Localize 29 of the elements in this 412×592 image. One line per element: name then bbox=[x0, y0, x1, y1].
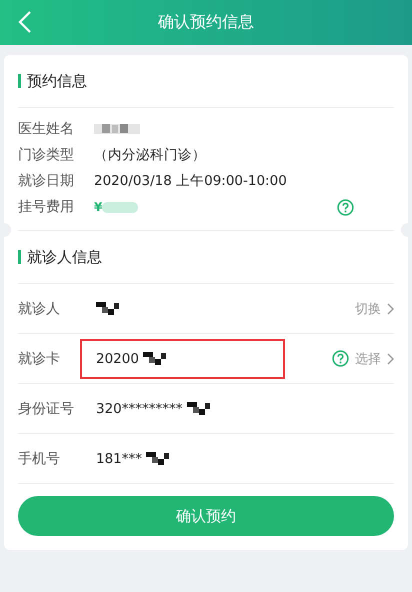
section-heading: 就诊人信息 bbox=[27, 248, 102, 266]
field-label: 就诊卡 bbox=[18, 350, 61, 368]
field-value: 320********* bbox=[96, 400, 183, 416]
chevron-right-icon bbox=[387, 302, 394, 314]
help-icon[interactable] bbox=[332, 350, 349, 367]
field-label: 就诊人 bbox=[18, 300, 61, 318]
field-label: 医生姓名 bbox=[18, 120, 75, 138]
action-link[interactable]: 选择 bbox=[355, 350, 381, 368]
field-value: 2020/03/18 上午09:00-10:00 bbox=[94, 172, 287, 190]
help-icon[interactable] bbox=[337, 198, 354, 216]
field-value: （内分泌科门诊） bbox=[94, 146, 206, 164]
field-value: 20200 bbox=[96, 350, 139, 366]
fee-value: ¥ bbox=[94, 200, 102, 214]
field-label: 挂号费用 bbox=[18, 198, 75, 216]
action-link[interactable]: 切换 bbox=[355, 300, 381, 318]
page-title: 确认预约信息 bbox=[158, 12, 254, 33]
field-label: 手机号 bbox=[18, 450, 61, 468]
field-label: 身份证号 bbox=[18, 400, 75, 418]
field-label: 门诊类型 bbox=[18, 146, 75, 164]
section-heading: 预约信息 bbox=[27, 72, 87, 90]
confirm-button[interactable]: 确认预约 bbox=[18, 496, 394, 536]
redaction-mark bbox=[94, 122, 140, 136]
back-icon[interactable] bbox=[18, 10, 32, 34]
redaction-mark bbox=[102, 200, 138, 214]
field-label: 就诊日期 bbox=[18, 172, 75, 190]
chevron-right-icon bbox=[387, 352, 394, 364]
section-marker bbox=[18, 250, 21, 264]
field-value: 181*** bbox=[96, 450, 142, 466]
section-marker bbox=[18, 74, 21, 88]
